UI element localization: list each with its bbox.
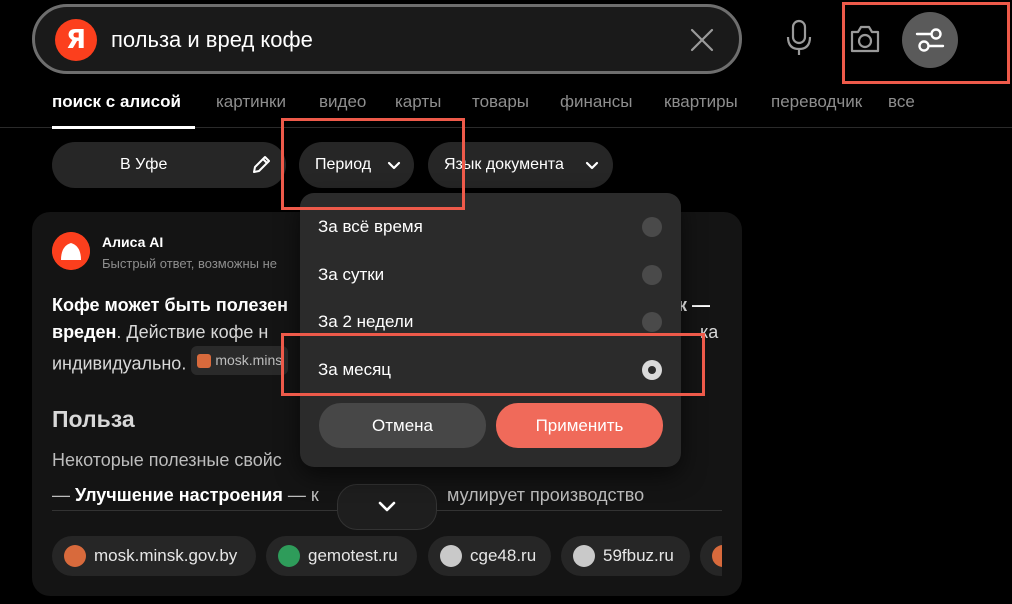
radio-button[interactable] — [642, 265, 662, 285]
source-chip[interactable]: gemotest.ru — [266, 536, 417, 576]
answer-bold-1-tail: к — — [678, 295, 711, 315]
clear-icon[interactable] — [687, 25, 717, 55]
period-option-two-weeks[interactable]: За 2 недели — [300, 298, 681, 346]
source-favicon — [712, 545, 722, 567]
tab-alice-search[interactable]: поиск с алисой — [52, 92, 181, 112]
source-label: mosk.minsk.gov.by — [94, 546, 238, 565]
section-heading: Польза — [52, 406, 135, 432]
answer-bold-2: вреден — [52, 322, 117, 342]
tab-finance[interactable]: финансы — [560, 92, 632, 112]
source-chip[interactable]: cge48.ru — [428, 536, 551, 576]
alice-subtitle: Быстрый ответ, возможны не — [102, 256, 278, 271]
source-favicon — [278, 545, 300, 567]
answer-text-2: . Действие кофе н — [116, 322, 269, 342]
search-filters-button[interactable] — [902, 12, 958, 68]
chevron-down-icon — [585, 161, 599, 170]
source-favicon — [197, 353, 212, 368]
section-text: Некоторые полезные свойс — [52, 450, 282, 470]
search-box: Я — [32, 4, 742, 74]
source-label: cge48.ru — [470, 546, 537, 565]
microphone-icon[interactable] — [782, 18, 816, 58]
source-chip[interactable]: mosk.minsk.gov.by — [52, 536, 256, 576]
chevron-down-icon — [378, 501, 396, 512]
source-chip[interactable]: 59fbuz.ru — [561, 536, 690, 576]
region-label: В Уфе — [120, 156, 168, 173]
alice-title: Алиса AI — [102, 234, 164, 250]
period-option-all-time[interactable]: За всё время — [300, 203, 681, 251]
chevron-down-icon — [387, 161, 401, 170]
bullet-tail: мулирует производство — [447, 485, 645, 505]
expand-answer-button[interactable] — [337, 484, 437, 530]
tab-all[interactable]: все — [888, 92, 915, 112]
bullet-dash: — — [52, 485, 76, 505]
section-bullet: — Улучшение настроения — к мулирует прои… — [52, 485, 644, 506]
bullet-bold: Улучшение настроения — [75, 485, 283, 505]
answer-text-3: индивидуально. — [52, 353, 187, 374]
apply-button[interactable]: Применить — [496, 403, 663, 448]
source-favicon — [440, 545, 462, 567]
answer-bold-1: Кофе может быть полезен — [52, 295, 289, 315]
sliders-icon — [915, 28, 945, 52]
option-label: За всё время — [318, 217, 423, 236]
option-label: За сутки — [318, 265, 385, 284]
radio-button[interactable] — [642, 312, 662, 332]
tab-video[interactable]: видео — [319, 92, 366, 112]
tab-maps[interactable]: карты — [395, 92, 441, 112]
source-chip-partial[interactable] — [700, 536, 722, 576]
search-input[interactable] — [111, 17, 671, 63]
period-option-month[interactable]: За месяц — [300, 346, 681, 394]
period-dropdown: За всё время За сутки За 2 недели За мес… — [300, 193, 681, 467]
tab-images[interactable]: картинки — [216, 92, 286, 112]
search-tabs: поиск с алисой картинки видео карты това… — [0, 86, 1012, 129]
period-option-day[interactable]: За сутки — [300, 251, 681, 299]
option-label: За 2 недели — [318, 312, 414, 331]
yandex-logo[interactable]: Я — [55, 19, 97, 61]
period-filter-chip[interactable]: Период — [299, 142, 414, 188]
option-label: За месяц — [318, 360, 392, 379]
inline-source-label: mosk.mins — [215, 352, 283, 368]
inline-source-link[interactable]: mosk.mins — [191, 346, 289, 375]
language-label: Язык документа — [444, 156, 564, 173]
period-label: Период — [315, 156, 372, 173]
tab-products[interactable]: товары — [472, 92, 529, 112]
source-label: gemotest.ru — [308, 546, 398, 565]
sources-row: mosk.minsk.gov.by gemotest.ru cge48.ru 5… — [52, 536, 722, 576]
tab-translator[interactable]: переводчик — [771, 92, 862, 112]
camera-search-icon[interactable] — [846, 20, 884, 58]
alice-icon — [52, 232, 90, 270]
source-label: 59fbuz.ru — [603, 546, 674, 565]
source-favicon — [64, 545, 86, 567]
radio-button-selected[interactable] — [642, 360, 662, 380]
active-tab-underline — [52, 126, 195, 129]
cancel-button[interactable]: Отмена — [319, 403, 486, 448]
radio-button[interactable] — [642, 217, 662, 237]
answer-text-2-tail: ка — [700, 322, 719, 342]
source-favicon — [573, 545, 595, 567]
region-filter-chip[interactable]: В Уфе — [52, 142, 286, 188]
bullet-mid: — к — [282, 485, 319, 505]
tab-apartments[interactable]: квартиры — [664, 92, 738, 112]
language-filter-chip[interactable]: Язык документа — [428, 142, 613, 188]
pencil-icon — [253, 156, 270, 173]
